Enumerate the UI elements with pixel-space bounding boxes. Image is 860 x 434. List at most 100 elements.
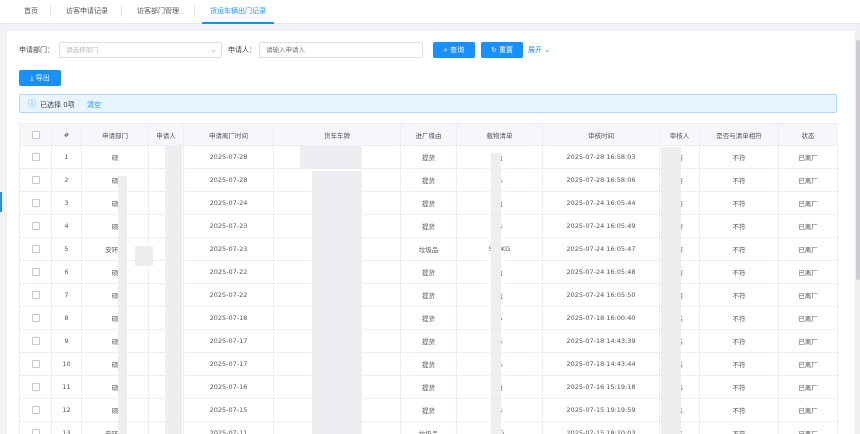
applicant-input[interactable] (259, 42, 423, 58)
redaction-block (312, 171, 362, 434)
table-row[interactable]: 10硕2025-07-17提货多2025-07-18 14:43:44基不符已离… (19, 352, 838, 376)
cell-match: 不符 (699, 398, 779, 422)
column-header: 审核人 (659, 123, 700, 146)
column-header: 申请部门 (81, 123, 149, 146)
cell-date: 2025-07-28 (183, 168, 274, 192)
row-checkbox[interactable] (31, 314, 40, 322)
table-row[interactable]: 1硕2025-07-2820提货盒2025-07-28 16:58:03赛不符已… (19, 145, 838, 169)
cell-dept: 硕 (81, 329, 149, 353)
side-active-indicator (0, 192, 2, 212)
search-button[interactable]: ⌕ 查询 (433, 42, 475, 58)
selection-count: 已选择 0项 (40, 101, 75, 109)
row-checkbox[interactable] (31, 429, 40, 434)
table-row[interactable]: 8硕2025-07-18提货多2025-07-18 16:00:40基不符已离厂 (19, 306, 838, 330)
row-select-cell[interactable] (19, 352, 52, 376)
main-panel: 申请部门： 请选择部门 ⌄ 申请人： ⌕ 查询 ↻ 重置 展开 ⌄ ⤓ 导出 ⓘ… (7, 31, 854, 434)
row-select-cell[interactable] (19, 329, 52, 353)
row-select-cell[interactable] (19, 306, 52, 330)
row-checkbox[interactable] (31, 153, 40, 161)
cell-match: 不符 (699, 352, 779, 376)
table-row[interactable]: 11硕2025-07-16提货椅2025-07-16 15:19:18基不符已离… (19, 375, 838, 399)
table-row[interactable]: 3硕2025-07-24提货盒2025-07-24 16:05:44赛不符已离厂 (19, 191, 838, 215)
redaction-block (135, 246, 153, 266)
select-all-cell[interactable] (19, 123, 52, 146)
table-row[interactable]: 9硕2025-07-17提货多2025-07-18 14:43:39基不符已离厂 (19, 329, 838, 353)
row-select-cell[interactable] (19, 260, 52, 284)
row-checkbox[interactable] (31, 176, 40, 184)
cell-status: 已离厂 (778, 145, 838, 169)
cell-date: 2025-07-15 (183, 398, 274, 422)
records-table: # 申请部门 申请人 申请离厂时间 货车车牌 进厂缘由 载物清单 审核时间 审核… (19, 123, 838, 434)
table-row[interactable]: 13安环保2025-07-11垃圾品KG2025-07-15 18:20:03基… (19, 421, 838, 434)
row-checkbox[interactable] (31, 245, 40, 253)
tab-truck-exit-records[interactable]: 货运车辆出门记录 (202, 0, 274, 24)
cell-reason: 提货 (400, 306, 457, 330)
table-row[interactable]: 2硕2025-07-28提货多2025-07-28 16:58:06赛不符已离厂 (19, 168, 838, 192)
cell-date: 2025-07-28 (183, 145, 274, 169)
column-header: 进厂缘由 (400, 123, 457, 146)
table-row[interactable]: 4硕2025-07-23提货多2025-07-24 16:05:49赛不符已离厂 (19, 214, 838, 238)
cell-reason: 提货 (400, 168, 457, 192)
row-select-cell[interactable] (19, 168, 52, 192)
clear-selection-link[interactable]: 清空 (87, 100, 101, 110)
column-header: 申请人 (148, 123, 184, 146)
tab-bar: 首页 访客申请记录 访客部门管理 货运车辆出门记录 (0, 0, 860, 24)
export-button-label: 导出 (35, 74, 50, 82)
column-header: 载物清单 (456, 123, 543, 146)
redaction-block (165, 146, 182, 434)
row-select-cell[interactable] (19, 237, 52, 261)
cell-audit-time: 2025-07-24 16:05:48 (542, 260, 660, 284)
row-checkbox[interactable] (31, 383, 40, 391)
cell-reason: 提货 (400, 191, 457, 215)
cell-reason: 垃圾品 (400, 237, 457, 261)
cell-status: 已离厂 (778, 283, 838, 307)
cell-no: 9 (51, 329, 82, 353)
reset-button-label: 重置 (499, 46, 514, 54)
dept-select[interactable]: 请选择部门 ⌄ (59, 42, 222, 58)
cell-no: 13 (51, 421, 82, 434)
page-scrollbar-thumb[interactable] (856, 40, 860, 280)
chevron-down-icon: ⌄ (210, 45, 217, 54)
cell-audit-time: 2025-07-18 16:00:40 (542, 306, 660, 330)
tab-visitor-records[interactable]: 访客申请记录 (66, 0, 108, 24)
row-select-cell[interactable] (19, 145, 52, 169)
tab-home[interactable]: 首页 (24, 0, 38, 24)
row-select-cell[interactable] (19, 398, 52, 422)
table-row[interactable]: 7硕2025-07-22提货盒2025-07-24 16:05:50赛不符已离厂 (19, 283, 838, 307)
row-select-cell[interactable] (19, 191, 52, 215)
row-checkbox[interactable] (31, 406, 40, 414)
cell-match: 不符 (699, 191, 779, 215)
cell-match: 不符 (699, 375, 779, 399)
tab-divider (121, 6, 122, 17)
row-checkbox[interactable] (31, 291, 40, 299)
row-checkbox[interactable] (31, 360, 40, 368)
cell-dept: 硕 (81, 191, 149, 215)
reset-button[interactable]: ↻ 重置 (481, 42, 523, 58)
cell-date: 2025-07-23 (183, 237, 274, 261)
cell-reason: 提货 (400, 283, 457, 307)
select-all-checkbox[interactable] (31, 130, 40, 139)
cell-no: 1 (51, 145, 82, 169)
cell-audit-time: 2025-07-28 16:58:06 (542, 168, 660, 192)
row-checkbox[interactable] (31, 199, 40, 207)
row-select-cell[interactable] (19, 375, 52, 399)
cell-no: 8 (51, 306, 82, 330)
cell-match: 不符 (699, 283, 779, 307)
row-checkbox[interactable] (31, 268, 40, 276)
export-button[interactable]: ⤓ 导出 (19, 70, 61, 86)
cell-dept: 硕 (81, 283, 149, 307)
tab-divider (194, 6, 195, 17)
tab-visitor-dept[interactable]: 访客部门管理 (137, 0, 179, 24)
cell-match: 不符 (699, 237, 779, 261)
column-header: 状态 (778, 123, 838, 146)
row-select-cell[interactable] (19, 214, 52, 238)
expand-link[interactable]: 展开 ⌄ (528, 45, 550, 55)
row-checkbox[interactable] (31, 337, 40, 345)
row-select-cell[interactable] (19, 283, 52, 307)
table-header-row: # 申请部门 申请人 申请离厂时间 货车车牌 进厂缘由 载物清单 审核时间 审核… (19, 123, 838, 146)
column-header: 是否与清单相符 (699, 123, 779, 146)
row-select-cell[interactable] (19, 421, 52, 434)
table-row[interactable]: 12硕2025-07-1503提货多2025-07-15 19:19:59基不符… (19, 398, 838, 422)
row-checkbox[interactable] (31, 222, 40, 230)
cell-dept: 硕 (81, 306, 149, 330)
